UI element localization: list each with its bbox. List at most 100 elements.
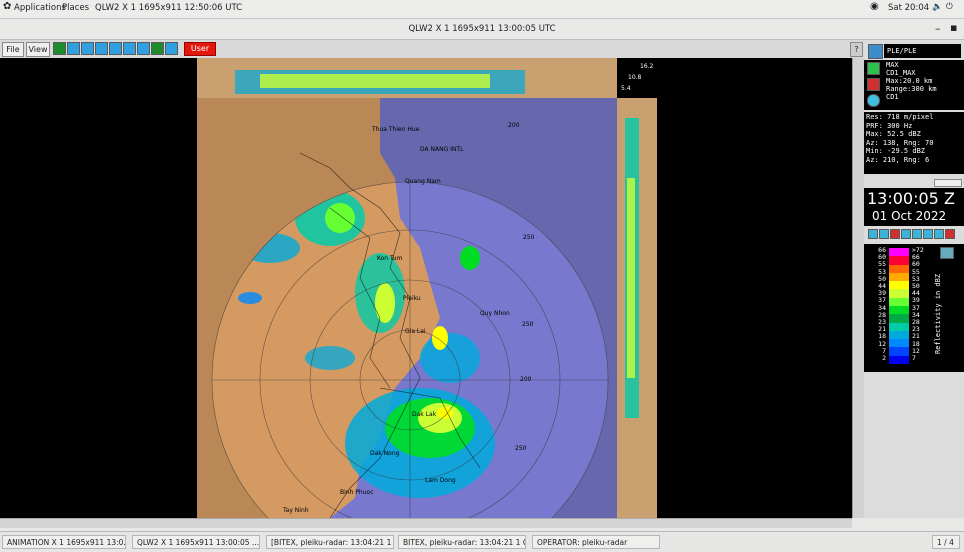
range-label: 200: [508, 122, 520, 129]
legend-swatch: [889, 330, 909, 340]
map-label: Thua Thien Hue: [371, 126, 420, 133]
date-display: 01 Oct 2022: [872, 209, 947, 223]
legend-swatch: [889, 314, 909, 323]
legend-swatch: [889, 289, 909, 298]
layers-icon[interactable]: [53, 42, 66, 55]
time-box: 13:00:05 Z 01 Oct 2022: [864, 188, 964, 226]
map-label: Lam Dong: [425, 477, 456, 484]
stats-box: Res: 718 m/pixel PRF: 300 Hz Max: 52.5 d…: [864, 112, 964, 174]
legend-swatch: [889, 305, 909, 315]
close-anim-icon[interactable]: [945, 229, 955, 239]
product-line: Max:20.0 km: [886, 77, 933, 85]
range-label: 200: [520, 376, 532, 383]
power-icon[interactable]: ⏻: [946, 2, 953, 12]
info-panel: PLE/PLE MAX CD1_MAX Max:20.0 km Range:30…: [864, 40, 964, 518]
task-bitex-1[interactable]: [BITEX, pleiku-radar: 13:04:21 1 O...: [266, 535, 394, 549]
workspace-indicator[interactable]: 1 / 4: [932, 535, 960, 549]
legend-swatch: [889, 272, 909, 282]
settings-icon[interactable]: [934, 229, 944, 239]
places-menu[interactable]: Places: [62, 3, 89, 13]
legend-swatch: [889, 264, 909, 273]
task-bitex-2[interactable]: BITEX, pleiku-radar: 13:04:21 1 O...: [398, 535, 526, 549]
max-icon[interactable]: [867, 78, 880, 91]
panel-slider[interactable]: [934, 179, 962, 187]
range-label: 250: [522, 321, 534, 328]
radar-display[interactable]: 16.2 10.8 5.4 Thua Thien Hue DA NANG INT…: [0, 58, 852, 552]
product-line: Range:300 km: [886, 85, 937, 93]
legend-value: 2: [882, 354, 886, 363]
stop-icon[interactable]: [890, 229, 900, 239]
window-title: QLW2 X 1 1695x911 13:00:05 UTC: [408, 24, 556, 34]
grid-icon[interactable]: [165, 42, 178, 55]
map-label: DA NANG INTL: [420, 146, 464, 153]
zoom-in-icon[interactable]: [67, 42, 80, 55]
close-icon[interactable]: ▪: [950, 21, 957, 34]
file-menu[interactable]: File: [2, 42, 24, 57]
help-button[interactable]: ?: [850, 42, 863, 57]
map-label: Quy Nhon: [480, 310, 510, 317]
measure-icon[interactable]: [109, 42, 122, 55]
volume-icon[interactable]: 🔈: [932, 2, 943, 12]
map-label: Kon Tum: [377, 255, 403, 262]
color-legend: 66 60 55 53 50 44 39 37 34 28 23 21 18 12 7 2 >72 66 60 55…: [864, 244, 964, 372]
radar-canvas[interactable]: 16.2 10.8 5.4 Thua Thien Hue DA NANG INT…: [0, 58, 852, 552]
overlay-icon[interactable]: [137, 42, 150, 55]
product-line: MAX: [886, 61, 899, 69]
product-icon[interactable]: [867, 62, 880, 75]
height-label: 16.2: [640, 63, 654, 70]
map-icon[interactable]: [151, 42, 164, 55]
range-label: 250: [515, 445, 527, 452]
horizontal-scrollbar[interactable]: [0, 518, 852, 528]
stat-line: Az: 138, Rng: 70: [866, 138, 934, 147]
legend-value: 7: [912, 354, 916, 363]
map-label: Gia Lai: [405, 328, 426, 335]
task-operator[interactable]: OPERATOR: pleiku-radar: [532, 535, 660, 549]
toolbar: File View User ?: [0, 40, 864, 59]
map-label: Binh Phuoc: [340, 489, 374, 496]
legend-swatch: [889, 297, 909, 306]
height-label: 10.8: [628, 74, 642, 81]
rewind-icon[interactable]: [868, 229, 878, 239]
legend-swatch: [889, 355, 909, 364]
stat-line: Res: 718 m/pixel: [866, 113, 934, 121]
clock[interactable]: Sat 20:04: [888, 3, 929, 13]
loop-icon[interactable]: [923, 229, 933, 239]
map-label: Dak Lak: [412, 411, 437, 418]
step-back-icon[interactable]: [901, 229, 911, 239]
stat-line: Min: -29.5 dBZ: [866, 147, 926, 155]
cd1-icon[interactable]: [867, 94, 880, 107]
legend-swatch: [889, 322, 909, 331]
product-box: MAX CD1_MAX Max:20.0 km Range:300 km CD1: [864, 60, 964, 110]
crosshair-icon[interactable]: [95, 42, 108, 55]
minimize-icon[interactable]: –: [935, 22, 941, 35]
taskbar: ANIMATION X 1 1695x911 13:0... QLW2 X 1 …: [0, 531, 964, 552]
pan-icon[interactable]: [81, 42, 94, 55]
site-icon[interactable]: [868, 44, 883, 59]
accessibility-icon[interactable]: ◉: [870, 1, 879, 12]
range-label: 250: [523, 234, 535, 241]
map-label: Dak Nong: [370, 450, 400, 457]
legend-title: Reflectivity in dBZ: [934, 273, 942, 354]
view-menu[interactable]: View: [26, 42, 50, 57]
site-name: PLE/PLE: [884, 44, 961, 58]
user-button[interactable]: User: [184, 42, 216, 56]
gnome-foot-icon: ✿: [3, 1, 12, 12]
task-animation[interactable]: ANIMATION X 1 1695x911 13:0...: [2, 535, 126, 549]
system-top-bar: ✿ Applications Places QLW2 X 1 1695x911 …: [0, 0, 964, 19]
product-line: CD1_MAX: [886, 69, 916, 77]
play-icon[interactable]: [879, 229, 889, 239]
stat-line: Max: 52.5 dBZ: [866, 130, 921, 138]
map-label: Quang Nam: [405, 178, 441, 185]
window-titlebar: QLW2 X 1 1695x911 13:00:05 UTC – ▪: [0, 19, 964, 40]
step-forward-icon[interactable]: [912, 229, 922, 239]
legend-swatch: [889, 248, 909, 257]
height-label: 5.4: [621, 85, 631, 92]
link-icon[interactable]: [123, 42, 136, 55]
active-window-label[interactable]: QLW2 X 1 1695x911 12:50:06 UTC: [95, 3, 242, 13]
legend-edit-icon[interactable]: [940, 247, 954, 259]
stat-line: Az: 210, Rng: 6: [866, 155, 930, 164]
stat-line: PRF: 300 Hz: [866, 121, 913, 130]
applications-menu[interactable]: Applications: [14, 3, 66, 13]
legend-swatch: [889, 281, 909, 290]
task-qlw2[interactable]: QLW2 X 1 1695x911 13:00:05 ...: [132, 535, 260, 549]
